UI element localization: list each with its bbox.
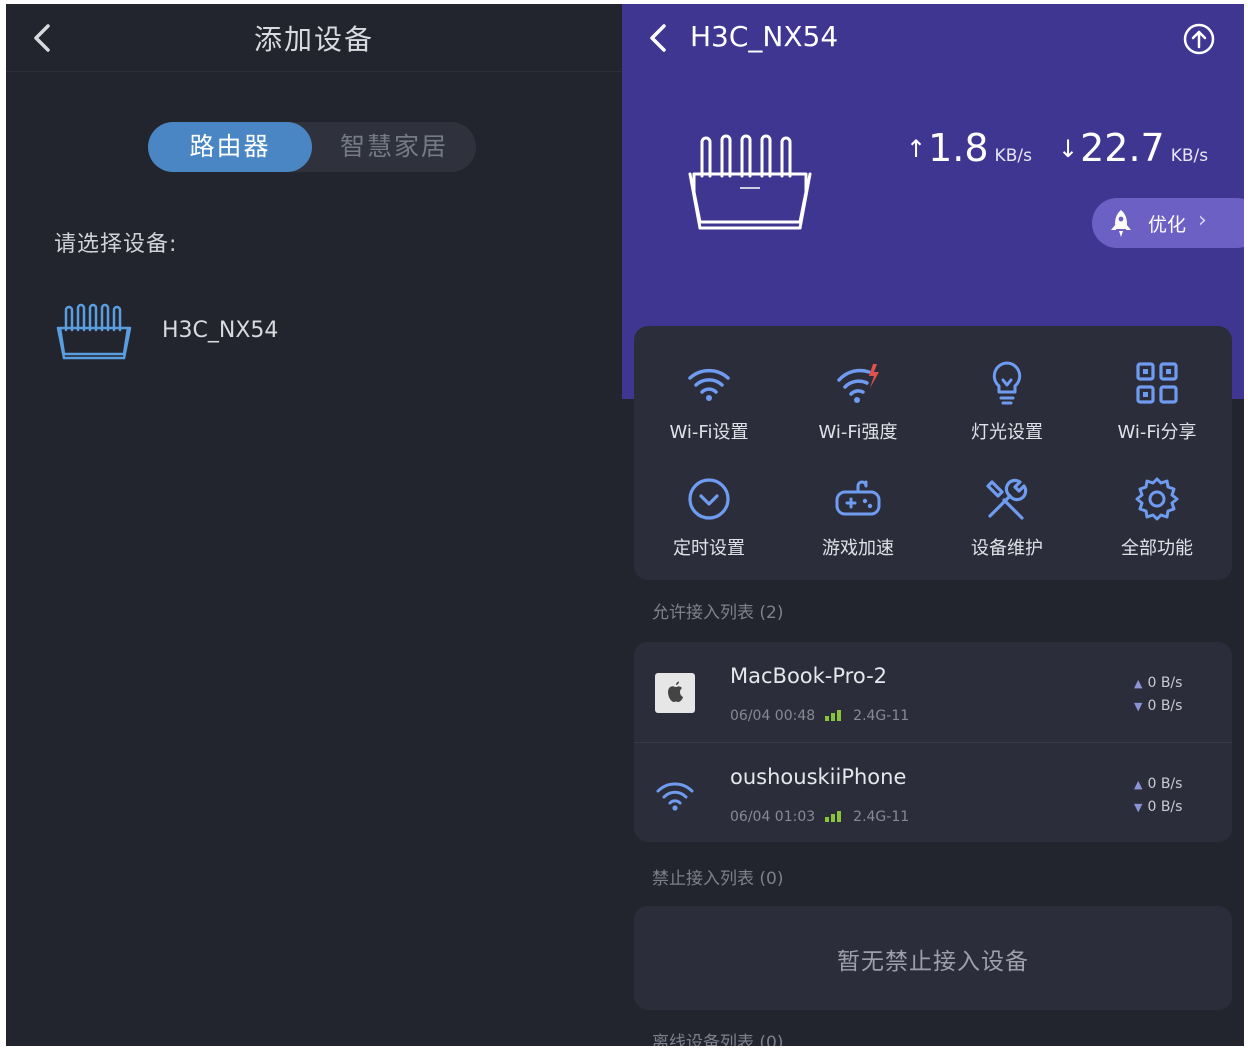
upload-rate: 0 B/s xyxy=(1147,776,1183,792)
optimize-label: 优化 xyxy=(1148,214,1187,236)
blocked-list-header: 禁止接入列表 (0) xyxy=(652,869,784,889)
connect-time: 06/04 01:03 xyxy=(730,809,816,825)
add-device-screen: 添加设备 路由器 智慧家居 请选择设备: H3C_NX54 xyxy=(6,4,622,1046)
band-channel: 2.4G-11 xyxy=(853,809,910,825)
upload-arrow-icon: ▲ xyxy=(1134,778,1143,791)
lightbulb-icon xyxy=(992,361,1022,405)
signal-bars-icon xyxy=(825,710,842,721)
device-type-segmented-control: 路由器 智慧家居 xyxy=(148,122,476,172)
tile-label: Wi-Fi分享 xyxy=(1117,422,1197,443)
device-row[interactable]: MacBook-Pro-2 06/04 00:48 2.4G-11 ▲ 0 B/s … xyxy=(634,642,1232,742)
wifi-strength-tile[interactable]: Wi-Fi强度 xyxy=(783,336,933,446)
upload-arrow-icon: ↑ xyxy=(906,135,927,163)
device-meta: 06/04 00:48 2.4G-11 xyxy=(730,708,909,724)
top-bar: 添加设备 xyxy=(6,4,622,72)
tile-label: Wi-Fi强度 xyxy=(818,422,898,443)
back-arrow-icon[interactable] xyxy=(644,20,672,56)
band-channel: 2.4G-11 xyxy=(853,708,910,724)
timer-icon xyxy=(688,478,730,520)
tile-label: 游戏加速 xyxy=(822,538,894,559)
allowed-device-list: MacBook-Pro-2 06/04 00:48 2.4G-11 ▲ 0 B/s … xyxy=(634,642,1232,842)
wifi-icon xyxy=(656,782,694,811)
upload-speed: ↑1.8 KB/s xyxy=(906,126,1032,170)
upload-speed-unit: KB/s xyxy=(994,146,1032,166)
tools-icon xyxy=(986,478,1028,520)
upload-speed-value: 1.8 xyxy=(928,126,989,170)
upload-rate-line: ▲ 0 B/s xyxy=(1134,773,1182,796)
router-dashboard-screen: H3C_NX54 ↑1.8 KB/s ↓22.7 KB/s 优化 › Wi-Fi… xyxy=(622,4,1244,1046)
wifi-settings-tile[interactable]: Wi-Fi设置 xyxy=(634,336,784,446)
download-arrow-icon: ↓ xyxy=(1058,135,1079,163)
download-arrow-icon: ▼ xyxy=(1134,801,1143,814)
wifi-icon xyxy=(688,368,730,401)
tab-smart-home[interactable]: 智慧家居 xyxy=(312,122,476,172)
game-boost-tile[interactable]: 游戏加速 xyxy=(783,452,933,562)
download-speed-value: 22.7 xyxy=(1080,126,1165,170)
tile-label: 定时设置 xyxy=(673,538,745,559)
upload-rate-line: ▲ 0 B/s xyxy=(1134,672,1182,695)
router-illustration xyxy=(688,134,812,230)
device-rates: ▲ 0 B/s ▼ 0 B/s xyxy=(1134,672,1182,718)
light-settings-tile[interactable]: 灯光设置 xyxy=(932,336,1082,446)
optimize-button[interactable]: 优化 › xyxy=(1092,198,1244,248)
device-name: H3C_NX54 xyxy=(162,318,279,343)
tab-router[interactable]: 路由器 xyxy=(148,122,312,172)
device-list-item[interactable]: H3C_NX54 xyxy=(46,294,566,374)
download-rate: 0 B/s xyxy=(1147,799,1183,815)
upgrade-icon[interactable] xyxy=(1182,22,1216,56)
download-speed: ↓22.7 KB/s xyxy=(1058,126,1208,170)
device-row[interactable]: oushouskiiPhone 06/04 01:03 2.4G-11 ▲ 0 B/… xyxy=(634,742,1232,842)
chevron-right-icon: › xyxy=(1198,208,1207,233)
download-arrow-icon: ▼ xyxy=(1134,700,1143,713)
rocket-icon xyxy=(1111,210,1131,237)
wifi-strength-icon xyxy=(837,364,879,403)
allowed-list-header: 允许接入列表 (2) xyxy=(652,603,784,623)
device-rates: ▲ 0 B/s ▼ 0 B/s xyxy=(1134,773,1182,819)
device-maintenance-tile[interactable]: 设备维护 xyxy=(932,452,1082,562)
router-name-title: H3C_NX54 xyxy=(690,20,839,53)
tile-label: Wi-Fi设置 xyxy=(669,422,749,443)
blocked-device-list: 暂无禁止接入设备 xyxy=(634,906,1232,1010)
apple-icon xyxy=(655,673,695,713)
upload-rate: 0 B/s xyxy=(1147,675,1183,691)
signal-bars-icon xyxy=(825,811,842,822)
all-functions-tile[interactable]: 全部功能 xyxy=(1082,452,1232,562)
function-grid: Wi-Fi设置 Wi-Fi强度 灯光设置 Wi-Fi分享 定时设置 游戏加速 设… xyxy=(634,326,1232,580)
timer-settings-tile[interactable]: 定时设置 xyxy=(634,452,784,562)
tile-label: 设备维护 xyxy=(971,538,1043,559)
download-rate-line: ▼ 0 B/s xyxy=(1134,695,1182,718)
download-speed-unit: KB/s xyxy=(1170,146,1209,166)
empty-state-text: 暂无禁止接入设备 xyxy=(837,949,1029,975)
select-device-prompt: 请选择设备: xyxy=(54,232,178,257)
upload-arrow-icon: ▲ xyxy=(1134,677,1143,690)
offline-list-header: 离线设备列表 (0) xyxy=(652,1033,784,1046)
router-icon xyxy=(56,303,132,360)
download-rate: 0 B/s xyxy=(1147,698,1183,714)
wifi-share-tile[interactable]: Wi-Fi分享 xyxy=(1082,336,1232,446)
device-name: oushouskiiPhone xyxy=(730,765,907,789)
download-rate-line: ▼ 0 B/s xyxy=(1134,796,1182,819)
gear-icon xyxy=(1135,477,1179,521)
tile-label: 灯光设置 xyxy=(971,422,1043,443)
tile-label: 全部功能 xyxy=(1121,538,1193,559)
gamepad-icon xyxy=(835,480,881,516)
device-meta: 06/04 01:03 2.4G-11 xyxy=(730,809,909,825)
connect-time: 06/04 00:48 xyxy=(730,708,816,724)
device-name: MacBook-Pro-2 xyxy=(730,664,888,688)
qr-code-icon xyxy=(1136,362,1178,404)
page-title: 添加设备 xyxy=(253,23,374,56)
